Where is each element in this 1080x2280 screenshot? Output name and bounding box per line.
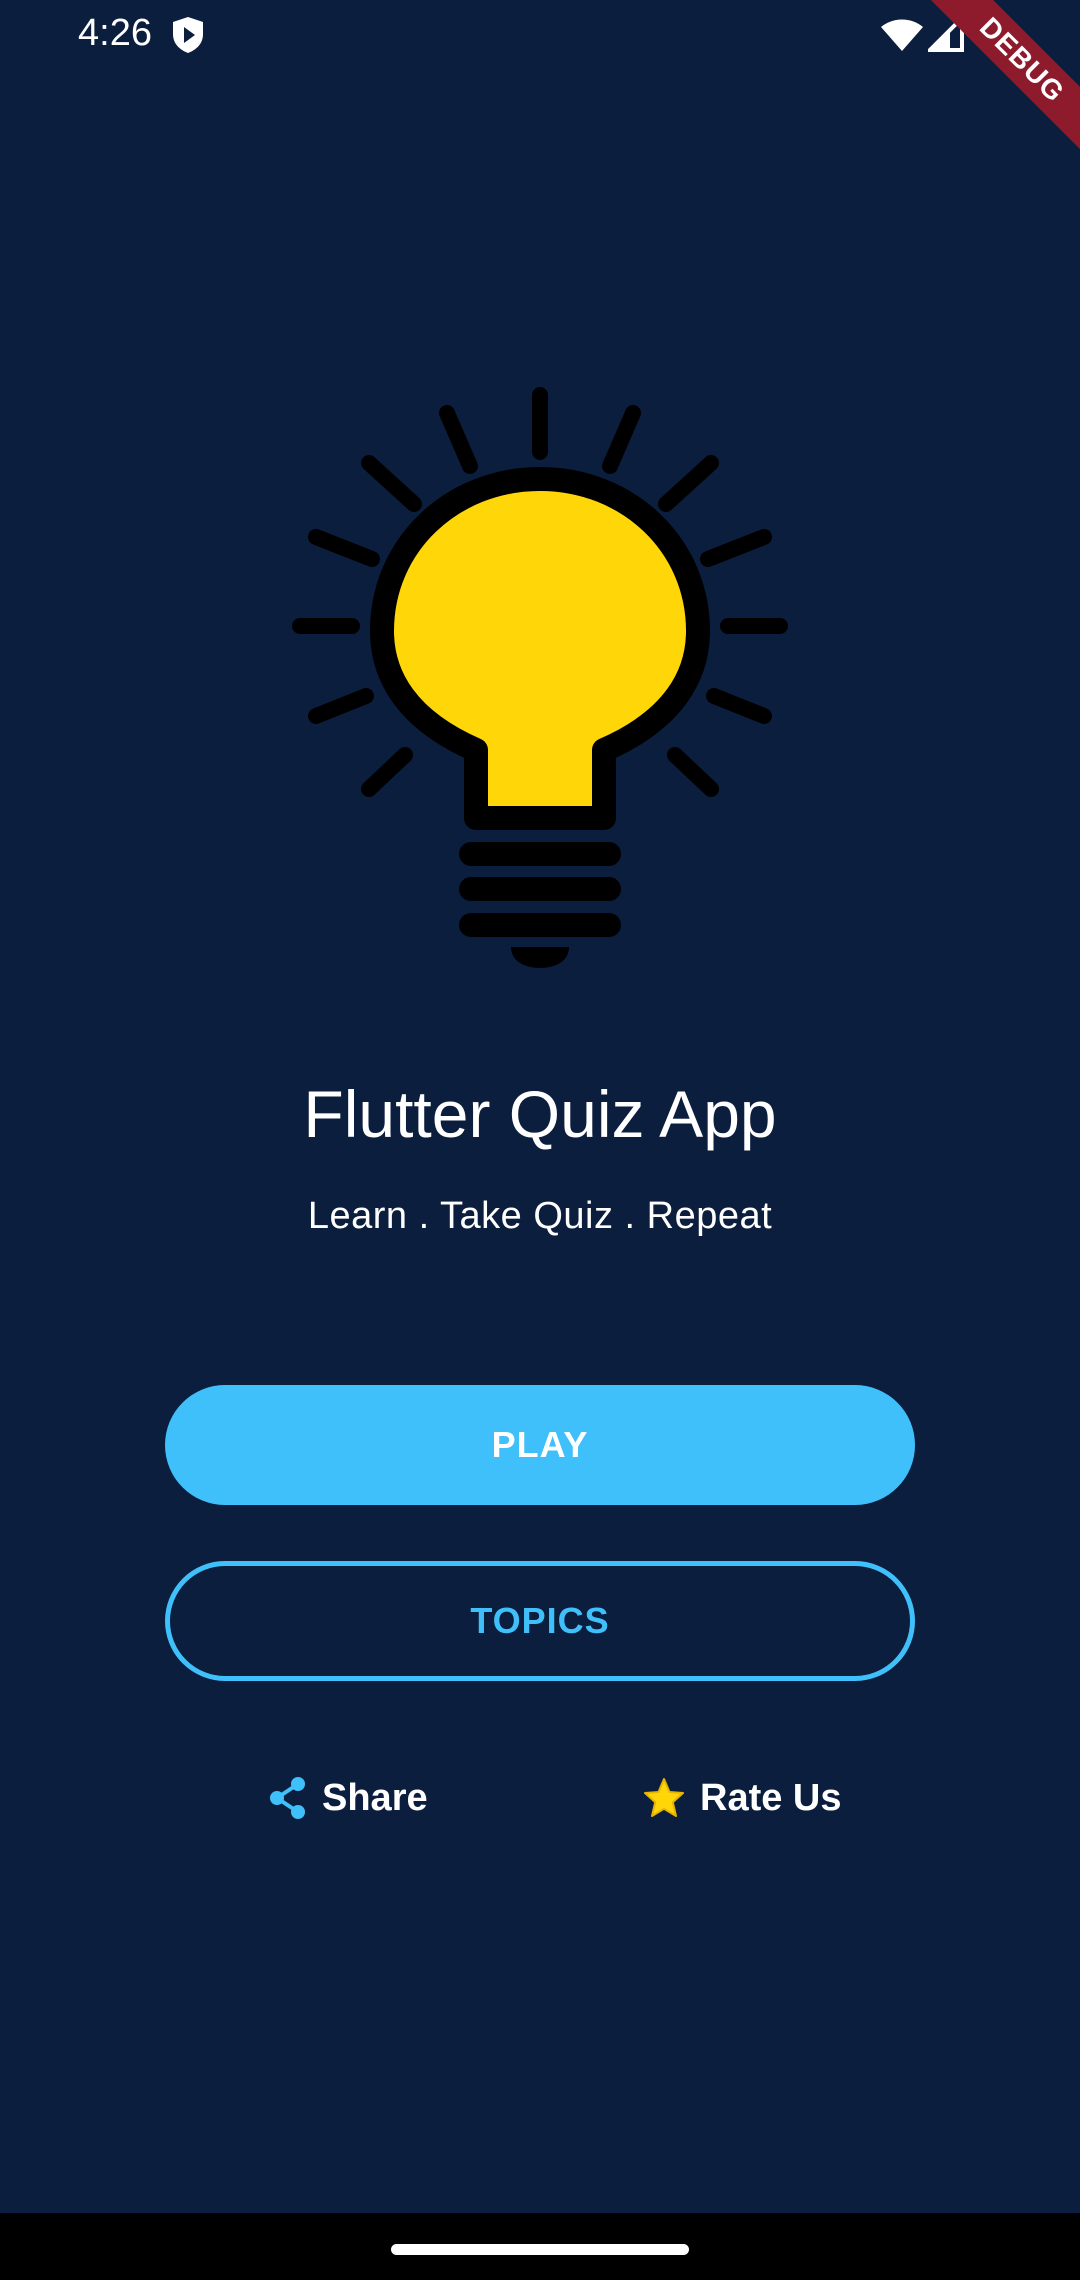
home-gesture-handle[interactable]: [391, 2244, 689, 2255]
app-tagline: Learn . Take Quiz . Repeat: [307, 1195, 773, 1237]
share-link[interactable]: Share: [268, 1770, 428, 1826]
home-screen: 4:26 DEBUG Flutter Quiz App Learn . Take…: [0, 0, 1080, 2280]
share-icon: [270, 1777, 305, 1819]
status-bar: 4:26: [0, 0, 1080, 72]
navigation-bar: [0, 2213, 1080, 2280]
play-button[interactable]: PLAY: [165, 1385, 915, 1505]
star-icon: [644, 1778, 684, 1817]
rate-us-link[interactable]: Rate Us: [642, 1770, 842, 1826]
rate-us-label: Rate Us: [700, 1776, 842, 1819]
status-time: 4:26: [78, 12, 152, 54]
topics-button[interactable]: TOPICS: [165, 1561, 915, 1681]
shield-play-icon: [173, 17, 203, 53]
wifi-icon: [881, 19, 923, 51]
lightbulb-icon: [292, 387, 788, 968]
app-title: Flutter Quiz App: [303, 1077, 777, 1151]
share-label: Share: [322, 1776, 428, 1819]
